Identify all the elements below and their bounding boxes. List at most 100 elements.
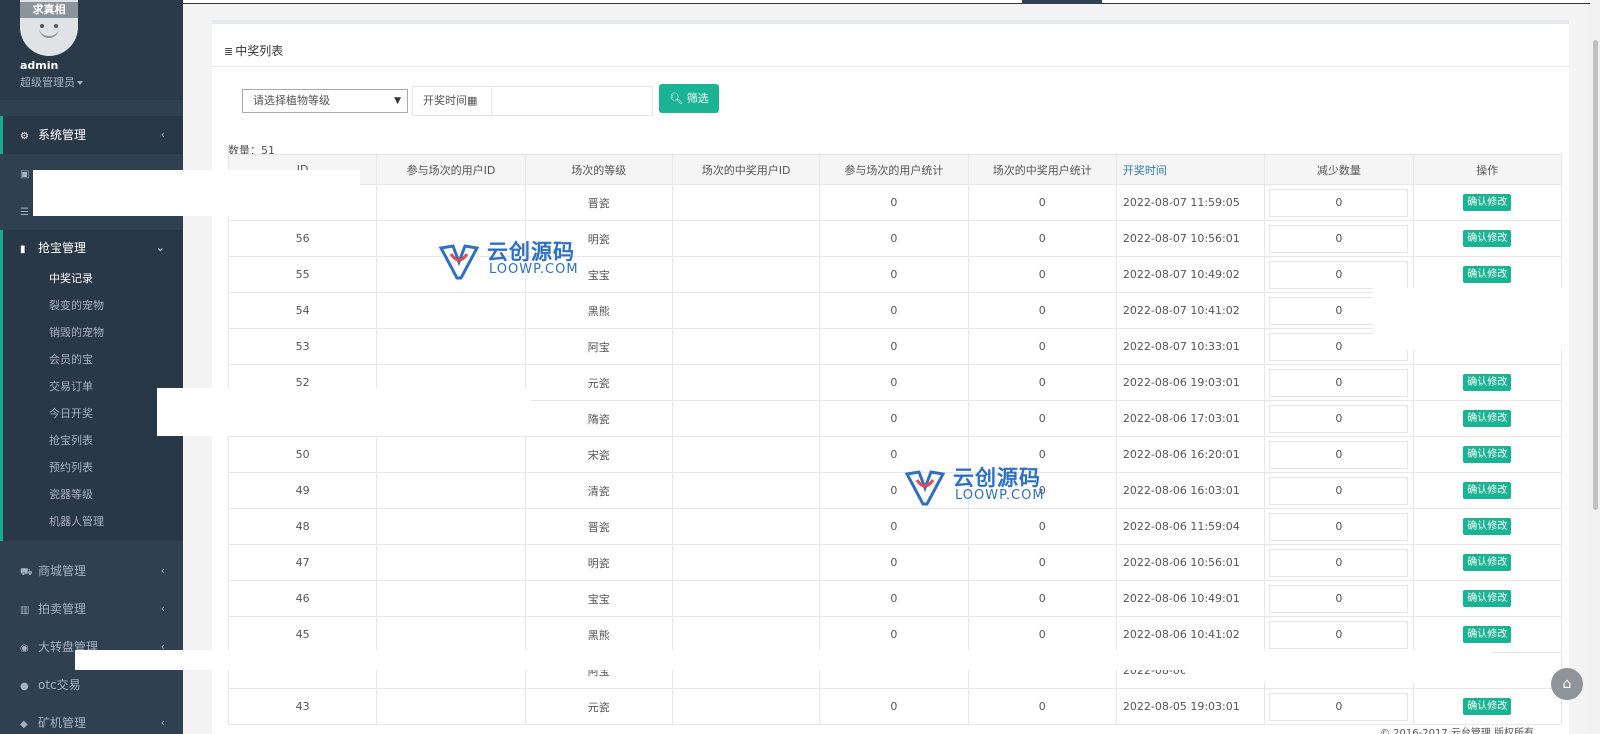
table-row: 45 黑熊 0 0 2022-08-06 10:41:02 0 确认修改 — [227, 616, 1563, 653]
confirm-modify-button[interactable]: 确认修改 — [1463, 482, 1512, 499]
avatar[interactable]: 求真相 — [20, 0, 78, 56]
col-header-reduce-qty[interactable]: 减少数量 — [1264, 154, 1414, 185]
redaction-patch — [1185, 650, 1492, 682]
confirm-modify-button[interactable]: 确认修改 — [1463, 266, 1512, 283]
sidebar-subitem-split-pets[interactable]: 裂变的宠物 — [49, 293, 104, 319]
tag-icon: ◆ — [20, 719, 28, 730]
cell-id: 56 — [227, 220, 378, 257]
table-row: 50 宋瓷 0 0 2022-08-06 16:20:01 0 确认修改 — [227, 436, 1563, 473]
sidebar-item-otc[interactable]: ● otc交易 — [0, 666, 183, 704]
redaction-patch — [33, 170, 360, 216]
sidebar-subitem-member-treasure[interactable]: 会员的宝 — [49, 347, 93, 373]
filter-button-label: 筛选 — [686, 92, 709, 105]
sidebar-item-auction[interactable]: ▥ 拍卖管理 ‹ — [0, 590, 183, 628]
confirm-modify-button[interactable]: 确认修改 — [1463, 698, 1512, 715]
cell-winner-count: 0 — [967, 580, 1117, 617]
col-header-winner-ids[interactable]: 场次的中奖用户ID — [671, 154, 821, 185]
col-header-participant-ids[interactable]: 参与场次的用户ID — [376, 154, 526, 185]
reduce-qty-input[interactable]: 0 — [1269, 188, 1409, 217]
cell-draw-time: 2022-08-05 19:03:01 — [1115, 688, 1266, 725]
cell-level: 黑熊 — [524, 292, 673, 329]
reduce-qty-input[interactable]: 0 — [1269, 548, 1409, 577]
reduce-qty-input[interactable]: 0 — [1269, 584, 1409, 613]
table-row: 48 晋瓷 0 0 2022-08-06 11:59:04 0 确认修改 — [227, 508, 1563, 545]
cell-draw-time: 2022-08-06 17:03:01 — [1115, 400, 1266, 437]
sidebar-item-treasure[interactable]: ▮ 抢宝管理 ⌄ — [0, 230, 183, 266]
cell-winner-ids — [671, 508, 821, 545]
sidebar-item-mining[interactable]: ◆ 矿机管理 ‹ — [0, 704, 183, 734]
cell-actions: 确认修改 — [1412, 688, 1563, 725]
sidebar-subitem-robot-manage[interactable]: 机器人管理 — [49, 509, 104, 535]
cart-icon: ⛟ — [20, 567, 33, 578]
user-icon: ● — [20, 681, 29, 692]
cell-draw-time: 2022-08-07 10:56:01 — [1115, 220, 1266, 257]
cell-participant-ids — [376, 616, 526, 653]
col-header-draw-time[interactable]: 开奖时间 — [1115, 154, 1266, 185]
scrollbar-thumb[interactable] — [1593, 40, 1598, 510]
sidebar-subitem-booking-list[interactable]: 预约列表 — [49, 455, 93, 481]
confirm-modify-button[interactable]: 确认修改 — [1463, 374, 1512, 391]
cell-participant-count: 0 — [819, 616, 969, 653]
confirm-modify-button[interactable]: 确认修改 — [1463, 194, 1512, 211]
sidebar-subitem-treasure-list[interactable]: 抢宝列表 — [49, 428, 93, 454]
sidebar-subitem-porcelain-level[interactable]: 瓷器等级 — [49, 482, 93, 508]
sidebar-item-label: 商城管理 — [38, 564, 87, 578]
reduce-qty-input[interactable]: 0 — [1269, 692, 1409, 721]
sidebar-subitem-today-draw[interactable]: 今日开奖 — [49, 401, 93, 427]
sidebar-item-system[interactable]: ⚙ 系统管理 ‹ — [0, 116, 183, 154]
confirm-modify-button[interactable]: 确认修改 — [1463, 230, 1512, 247]
sidebar-subitem-win-records[interactable]: 中奖记录 — [49, 266, 93, 292]
col-header-actions[interactable]: 操作 — [1412, 154, 1563, 185]
col-header-winner-count[interactable]: 场次的中奖用户统计 — [967, 154, 1117, 185]
profile-role-dropdown[interactable]: 超级管理员 — [20, 74, 83, 90]
top-bar — [183, 0, 1600, 4]
cell-id: 54 — [227, 292, 378, 329]
cell-level: 晋瓷 — [524, 508, 673, 545]
reduce-qty-input[interactable]: 0 — [1269, 476, 1409, 505]
cell-draw-time: 2022-08-06 10:56:01 — [1115, 544, 1266, 581]
cell-winner-ids — [671, 580, 821, 617]
cell-participant-ids — [376, 580, 526, 617]
sidebar-item-mall[interactable]: ⛟ 商城管理 ‹ — [0, 552, 183, 590]
cell-participant-count: 0 — [819, 508, 969, 545]
level-select[interactable]: 请选择植物等级 ▼ — [242, 89, 408, 113]
list-icon: ≣ — [224, 45, 234, 58]
col-header-participant-count[interactable]: 参与场次的用户统计 — [819, 154, 969, 185]
sidebar-item-label: 系统管理 — [38, 128, 87, 142]
confirm-modify-button[interactable]: 确认修改 — [1463, 410, 1512, 427]
watermark: 云创源码 LOOWP.COM — [903, 464, 1063, 508]
cell-draw-time: 2022-08-06 10:41:02 — [1115, 616, 1266, 653]
reduce-qty-input[interactable]: 0 — [1269, 224, 1409, 253]
sidebar-subitem-destroyed-pets[interactable]: 销毁的宠物 — [49, 320, 104, 346]
top-active-tab[interactable] — [1022, 0, 1102, 4]
filter-button[interactable]: 🔍︎ 筛选 — [659, 84, 719, 113]
reduce-qty-input[interactable]: 0 — [1269, 440, 1409, 469]
cell-draw-time: 2022-08-06 10:49:01 — [1115, 580, 1266, 617]
confirm-modify-button[interactable]: 确认修改 — [1463, 518, 1512, 535]
reduce-qty-input[interactable]: 0 — [1269, 512, 1409, 541]
cell-winner-count: 0 — [967, 364, 1117, 401]
sidebar-subitem-trade-orders[interactable]: 交易订单 — [49, 374, 93, 400]
reduce-qty-input[interactable]: 0 — [1269, 404, 1409, 433]
home-button[interactable]: ⌂ — [1551, 668, 1583, 700]
confirm-modify-button[interactable]: 确认修改 — [1463, 446, 1512, 463]
cell-winner-ids — [671, 292, 821, 329]
cell-level: 宝宝 — [524, 580, 673, 617]
cell-reduce-qty: 0 — [1264, 436, 1414, 473]
draw-time-input[interactable] — [491, 86, 653, 116]
cell-id: 55 — [227, 256, 378, 293]
confirm-modify-button[interactable]: 确认修改 — [1463, 590, 1512, 607]
reduce-qty-input[interactable]: 0 — [1269, 368, 1409, 397]
col-header-level[interactable]: 场次的等级 — [524, 154, 673, 185]
cell-draw-time: 2022-08-06 16:20:01 — [1115, 436, 1266, 473]
reduce-qty-input[interactable]: 0 — [1269, 620, 1409, 649]
confirm-modify-button[interactable]: 确认修改 — [1463, 554, 1512, 571]
cell-actions: 确认修改 — [1412, 220, 1563, 257]
reduce-qty-input[interactable]: 0 — [1269, 260, 1409, 289]
cell-winner-ids — [671, 220, 821, 257]
confirm-modify-button[interactable]: 确认修改 — [1463, 626, 1512, 643]
cell-reduce-qty: 0 — [1264, 364, 1414, 401]
cell-level: 隋瓷 — [524, 400, 673, 437]
cell-winner-ids — [671, 472, 821, 509]
cell-id: 48 — [227, 508, 378, 545]
